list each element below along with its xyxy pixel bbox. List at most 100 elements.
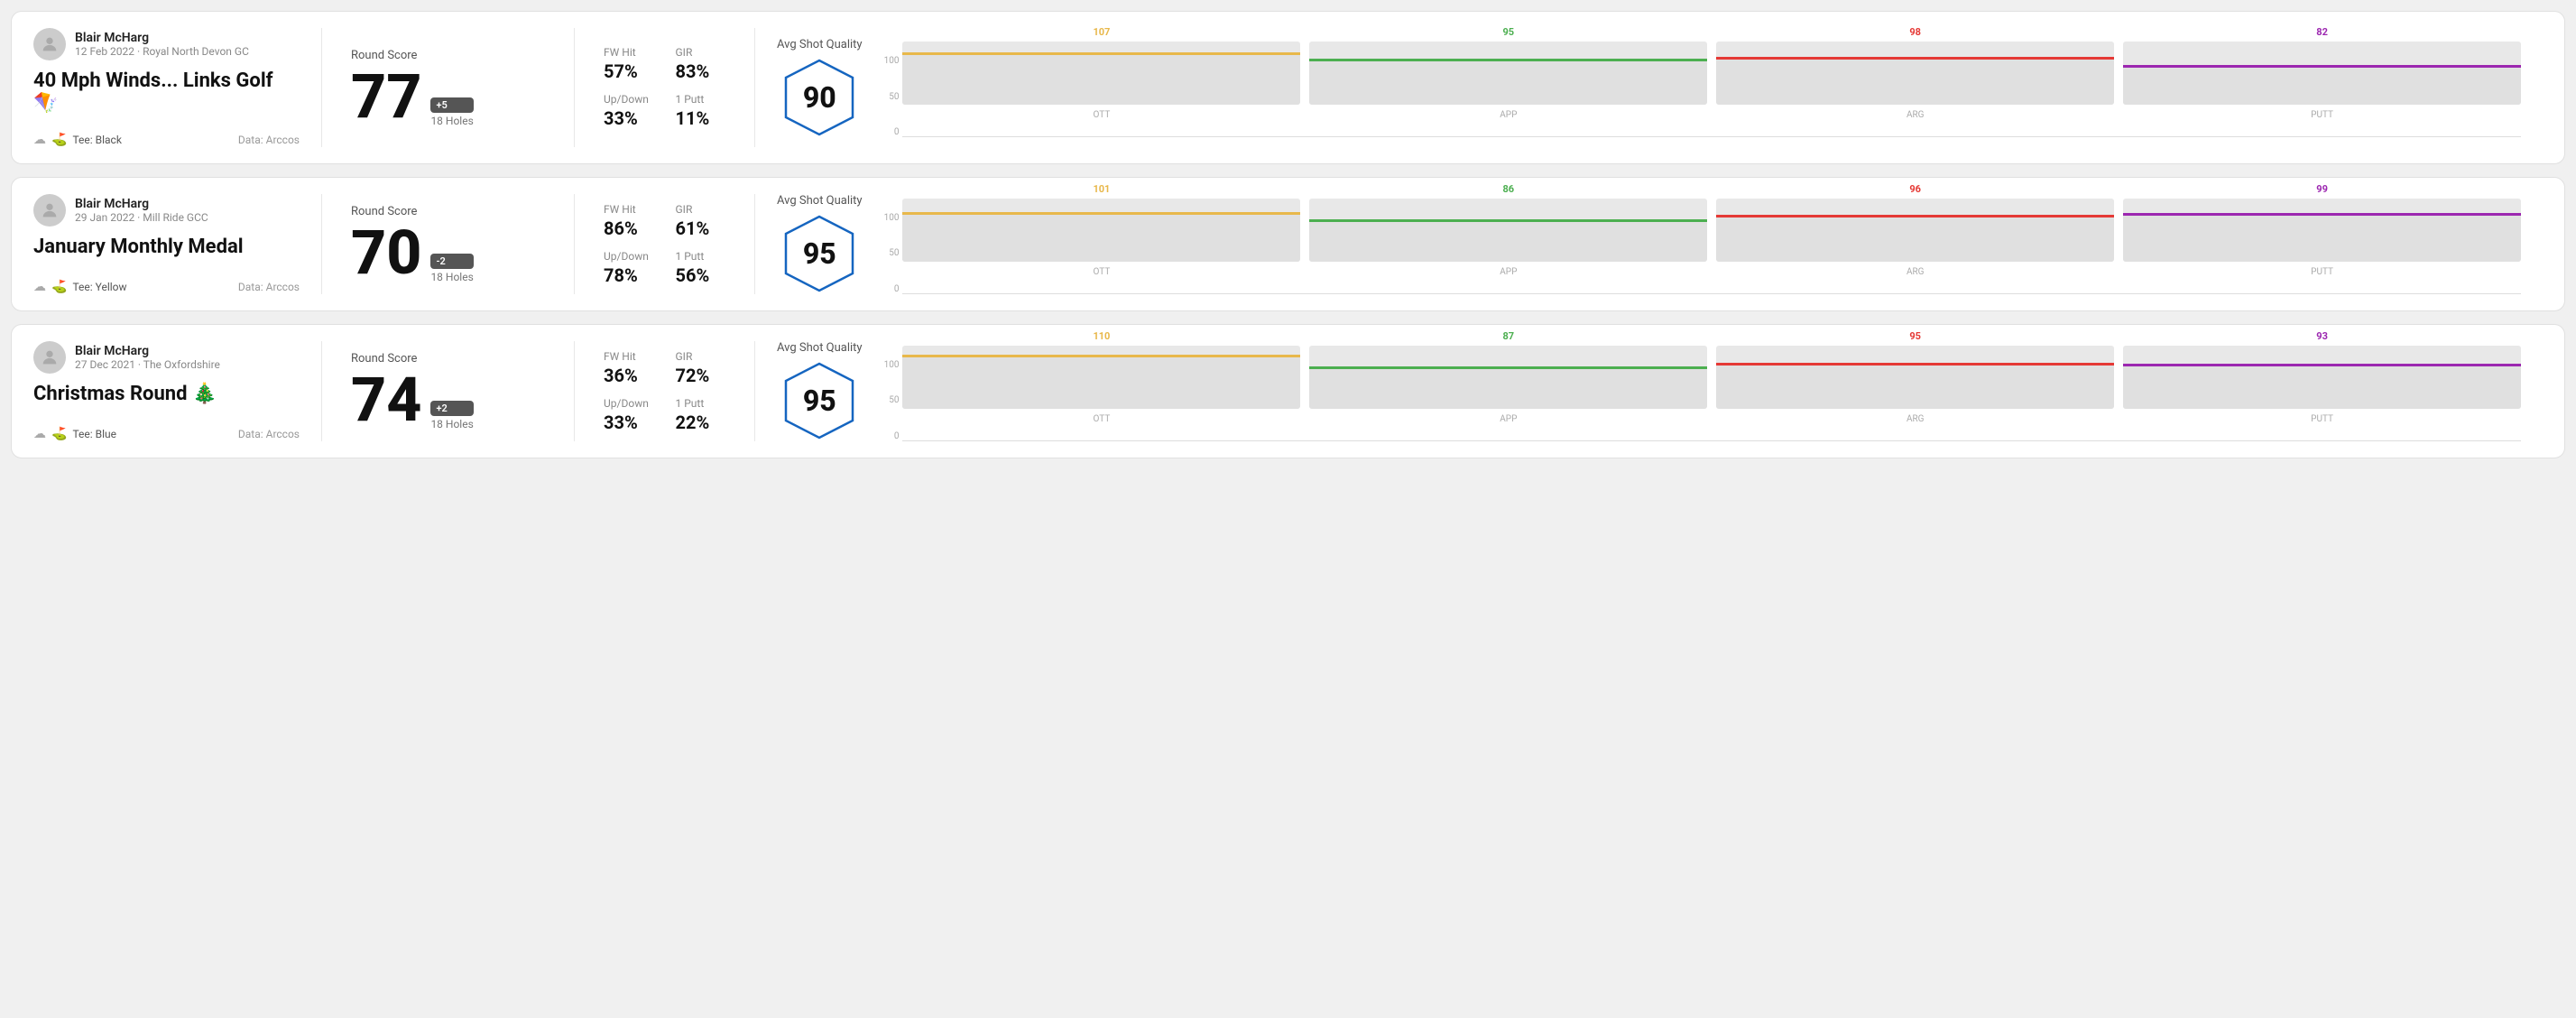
stats-section: FW Hit 86% GIR 61% Up/Down 78% 1 Putt 56… (575, 194, 755, 294)
bar-group-app: 87 APP (1309, 330, 1707, 424)
hexagon-score: 90 (803, 80, 836, 115)
bar-wrapper-app (1309, 346, 1707, 409)
bar-value-app: 86 (1502, 183, 1514, 195)
quality-left: Avg Shot Quality 95 (777, 194, 863, 294)
y-axis: 100 50 0 (884, 56, 900, 137)
hexagon-container: 90 (779, 57, 860, 138)
stat-fw-hit: FW Hit 86% (604, 203, 654, 239)
round-score-section: Round Score 74 +2 18 Holes (322, 341, 575, 441)
user-header: Blair McHarg 27 Dec 2021 · The Oxfordshi… (33, 341, 300, 374)
bar-group-putt: 99 PUTT (2123, 183, 2521, 277)
bar-group-app: 95 APP (1309, 26, 1707, 120)
tee-info: ☁ ⛳ Tee: Yellow (33, 280, 127, 294)
bar-value-ott: 107 (1093, 26, 1110, 38)
user-date: 27 Dec 2021 · The Oxfordshire (75, 358, 220, 371)
bar-label-putt: PUTT (2311, 414, 2333, 424)
score-badge-group: +2 18 Holes (430, 401, 473, 430)
user-name: Blair McHarg (75, 31, 249, 45)
stat-one-putt-value: 56% (676, 264, 726, 286)
stat-fw-hit-value: 36% (604, 365, 654, 386)
card-footer: ☁ ⛳ Tee: Blue Data: Arccos (33, 427, 300, 441)
stat-gir: GIR 83% (676, 46, 726, 82)
bag-icon: ⛳ (51, 133, 67, 147)
stat-fw-hit-label: FW Hit (604, 203, 654, 216)
stat-up-down-value: 33% (604, 412, 654, 433)
bar-group-ott: 101 OTT (902, 183, 1300, 277)
y-axis: 100 50 0 (884, 213, 900, 294)
user-info: Blair McHarg 12 Feb 2022 · Royal North D… (75, 31, 249, 58)
bar-wrapper-putt (2123, 346, 2521, 409)
bar-label-arg: ARG (1907, 110, 1925, 120)
user-date: 29 Jan 2022 · Mill Ride GCC (75, 211, 208, 224)
bar-label-app: APP (1500, 414, 1517, 424)
stat-gir-label: GIR (676, 46, 726, 59)
bar-wrapper-ott (902, 42, 1300, 105)
score-diff-badge: +5 (430, 97, 473, 113)
bar-wrapper-putt (2123, 42, 2521, 105)
data-source: Data: Arccos (238, 428, 300, 440)
bar-group-arg: 96 ARG (1716, 183, 2114, 277)
y-axis-0: 0 (884, 284, 900, 294)
bars-area: 101 OTT 86 APP 96 (902, 195, 2521, 294)
round-left-section: Blair McHarg 12 Feb 2022 · Royal North D… (33, 28, 322, 147)
bar-group-app: 86 APP (1309, 183, 1707, 277)
avatar (33, 341, 66, 374)
score-holes: 18 Holes (430, 115, 473, 127)
stat-one-putt: 1 Putt 11% (676, 93, 726, 129)
hexagon-score: 95 (803, 384, 836, 418)
bar-group-putt: 93 PUTT (2123, 330, 2521, 424)
score-badge-group: -2 18 Holes (430, 254, 473, 283)
score-holes: 18 Holes (430, 418, 473, 430)
weather-icon: ☁ (33, 427, 46, 441)
stat-up-down-label: Up/Down (604, 250, 654, 263)
stats-section: FW Hit 57% GIR 83% Up/Down 33% 1 Putt 11… (575, 28, 755, 147)
chart-container: 100 50 0 107 OTT 95 (884, 38, 2521, 137)
y-axis-100: 100 (884, 213, 900, 223)
score-badge-group: +5 18 Holes (430, 97, 473, 127)
stats-grid: FW Hit 57% GIR 83% Up/Down 33% 1 Putt 11… (604, 46, 725, 129)
bar-value-ott: 101 (1093, 183, 1110, 195)
weather-icon: ☁ (33, 133, 46, 147)
stats-grid: FW Hit 36% GIR 72% Up/Down 33% 1 Putt 22… (604, 350, 725, 433)
data-source: Data: Arccos (238, 134, 300, 146)
avatar (33, 28, 66, 60)
bar-label-app: APP (1500, 110, 1517, 120)
stat-one-putt-label: 1 Putt (676, 93, 726, 106)
stat-gir-value: 72% (676, 365, 726, 386)
hexagon-container: 95 (779, 360, 860, 441)
bar-value-arg: 96 (1909, 183, 1921, 195)
bar-group-arg: 95 ARG (1716, 330, 2114, 424)
bar-wrapper-ott (902, 199, 1300, 262)
score-number: 70 (351, 222, 421, 283)
bar-group-ott: 107 OTT (902, 26, 1300, 120)
bars-area: 110 OTT 87 APP 95 (902, 342, 2521, 441)
bar-label-putt: PUTT (2311, 267, 2333, 277)
stat-one-putt: 1 Putt 56% (676, 250, 726, 286)
hexagon-container: 95 (779, 213, 860, 294)
user-header: Blair McHarg 12 Feb 2022 · Royal North D… (33, 28, 300, 60)
quality-left: Avg Shot Quality 90 (777, 38, 863, 138)
y-axis-50: 50 (884, 92, 900, 102)
tee-label: Tee: Yellow (72, 281, 126, 293)
stat-one-putt-value: 22% (676, 412, 726, 433)
stat-up-down-value: 33% (604, 107, 654, 129)
stat-fw-hit: FW Hit 57% (604, 46, 654, 82)
round-title: Christmas Round 🎄 (33, 383, 300, 405)
score-holes: 18 Holes (430, 271, 473, 283)
quality-section: Avg Shot Quality 95 100 50 0 (755, 194, 2543, 294)
bar-group-ott: 110 OTT (902, 330, 1300, 424)
bar-label-putt: PUTT (2311, 110, 2333, 120)
bar-value-app: 95 (1502, 26, 1514, 38)
avatar (33, 194, 66, 227)
stat-up-down: Up/Down 33% (604, 397, 654, 433)
user-date: 12 Feb 2022 · Royal North Devon GC (75, 45, 249, 58)
stat-fw-hit-value: 86% (604, 217, 654, 239)
stat-gir: GIR 61% (676, 203, 726, 239)
bar-label-ott: OTT (1094, 267, 1111, 277)
bar-group-arg: 98 ARG (1716, 26, 2114, 120)
bar-wrapper-arg (1716, 346, 2114, 409)
bar-label-ott: OTT (1094, 110, 1111, 120)
bar-wrapper-app (1309, 199, 1707, 262)
card-footer: ☁ ⛳ Tee: Yellow Data: Arccos (33, 280, 300, 294)
quality-label: Avg Shot Quality (777, 341, 863, 355)
